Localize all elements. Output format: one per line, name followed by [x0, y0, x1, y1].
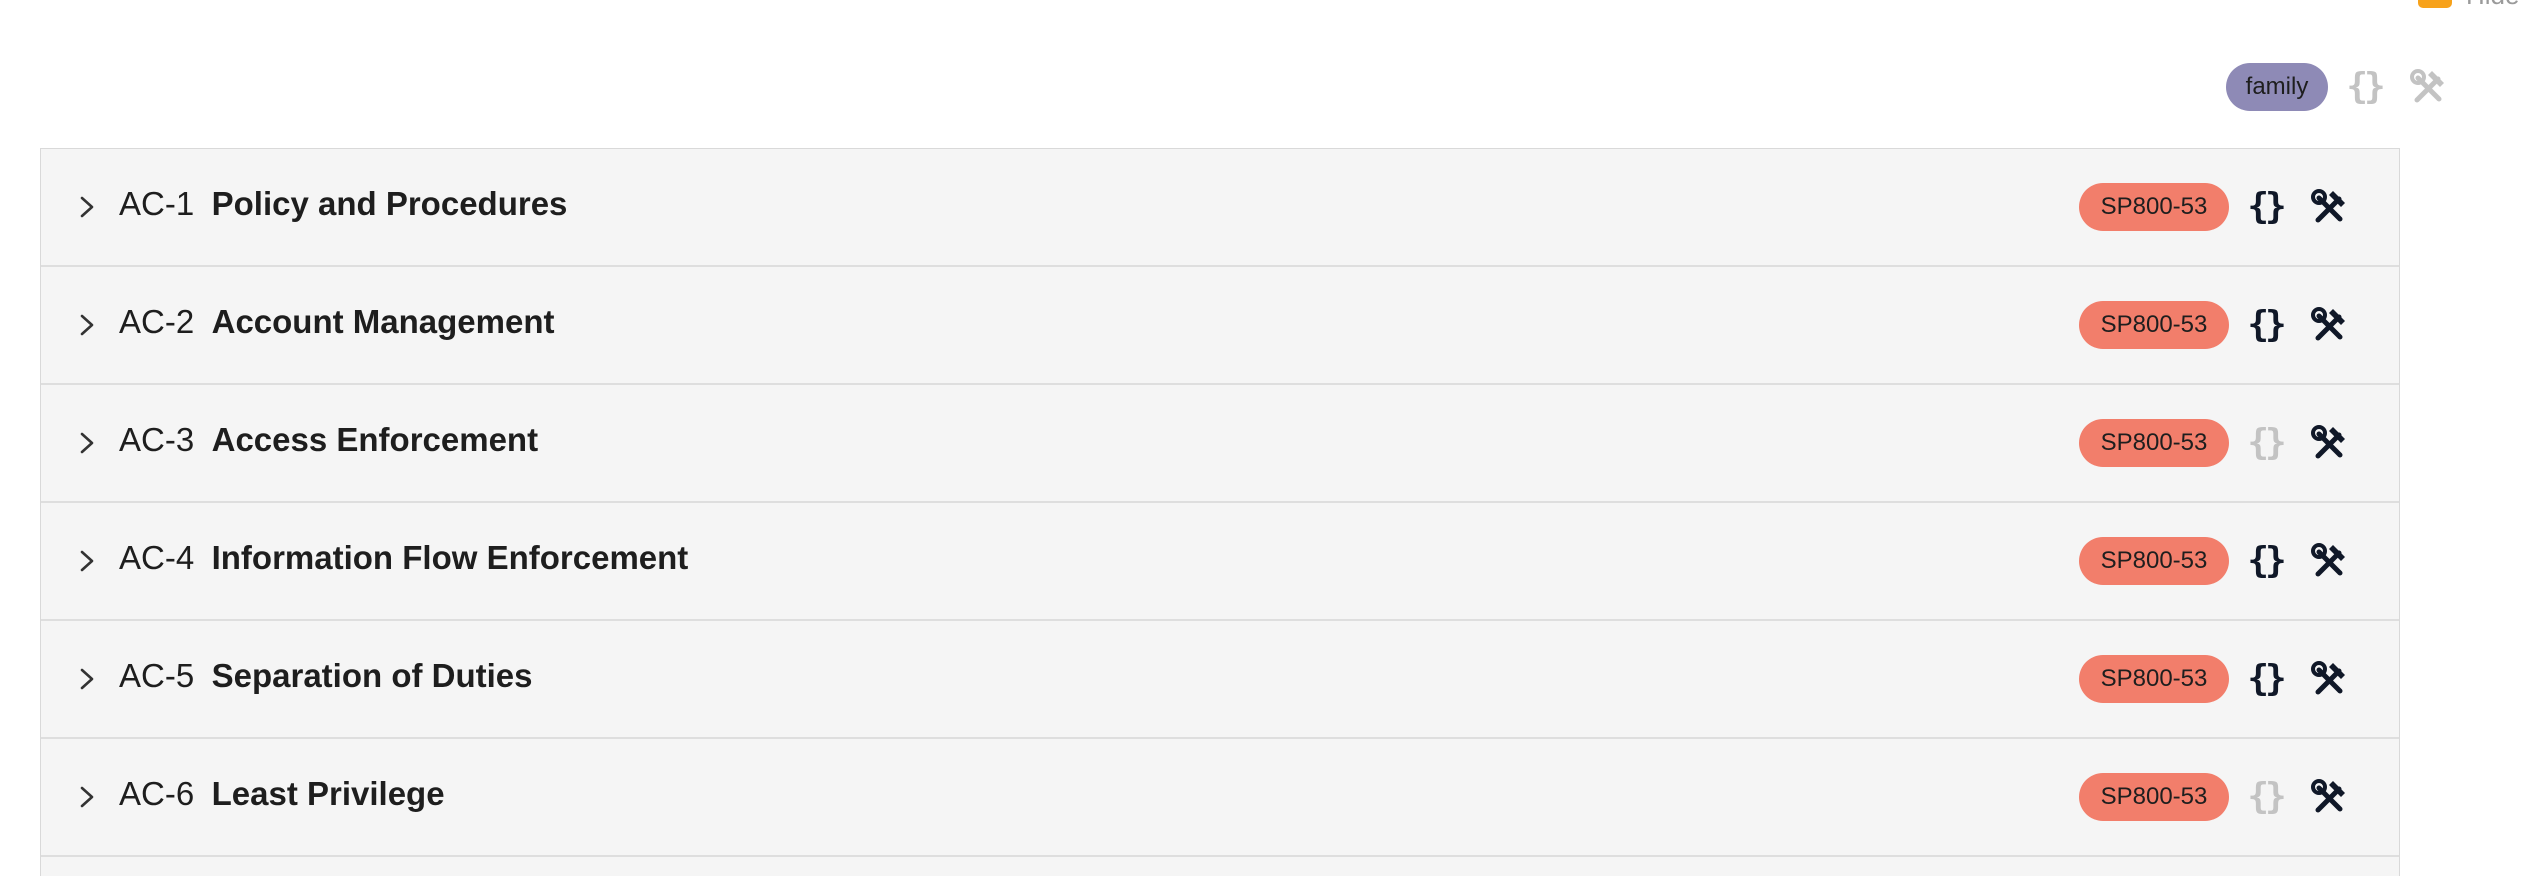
tools-icon[interactable]	[2307, 303, 2351, 347]
chevron-right-icon[interactable]	[75, 547, 99, 575]
braces-icon[interactable]: {}	[2243, 775, 2287, 819]
control-title[interactable]: AC-4 Information Flow Enforcement	[119, 539, 688, 577]
source-badge: SP800-53	[2079, 537, 2229, 585]
control-name: Account Management	[211, 302, 555, 340]
braces-icon[interactable]: {}	[2243, 539, 2287, 583]
source-badge: SP800-53	[2079, 773, 2229, 821]
control-row[interactable]: AC-3 Access Enforcement SP800-53 {}	[41, 385, 2399, 503]
corner-label: Hide	[2466, 0, 2519, 8]
braces-icon[interactable]: {}	[2342, 65, 2386, 109]
source-badge: SP800-53	[2079, 183, 2229, 231]
tools-icon[interactable]	[2406, 65, 2450, 109]
chevron-right-icon[interactable]	[75, 665, 99, 693]
control-name: Separation of Duties	[211, 656, 533, 694]
control-title[interactable]: AC-1 Policy and Procedures	[119, 185, 567, 223]
source-badge: SP800-53	[2079, 419, 2229, 467]
control-row[interactable]: AC-1 Policy and Procedures SP800-53 {}	[41, 149, 2399, 267]
control-name: Least Privilege	[211, 774, 445, 812]
control-id: AC-6	[119, 774, 195, 812]
tools-icon[interactable]	[2307, 421, 2351, 465]
control-name: Access Enforcement	[211, 420, 539, 458]
control-actions: SP800-53 {}	[2079, 773, 2351, 821]
control-row[interactable]: AC-6 Least Privilege SP800-53 {}	[41, 739, 2399, 857]
tools-icon[interactable]	[2307, 775, 2351, 819]
control-actions: SP800-53 {}	[2079, 419, 2351, 467]
braces-icon[interactable]: {}	[2243, 185, 2287, 229]
control-row[interactable]: AC-5 Separation of Duties SP800-53 {}	[41, 621, 2399, 739]
control-title[interactable]: AC-3 Access Enforcement	[119, 421, 538, 459]
control-actions: SP800-53 {}	[2079, 301, 2351, 349]
control-name: Information Flow Enforcement	[211, 538, 689, 576]
tools-icon[interactable]	[2307, 539, 2351, 583]
control-title[interactable]: AC-6 Least Privilege	[119, 775, 445, 813]
braces-icon[interactable]: {}	[2243, 657, 2287, 701]
source-badge: SP800-53	[2079, 301, 2229, 349]
chevron-right-icon[interactable]	[75, 783, 99, 811]
control-name: Policy and Procedures	[211, 184, 568, 222]
chevron-right-icon[interactable]	[75, 311, 99, 339]
control-actions: SP800-53 {}	[2079, 537, 2351, 585]
braces-icon[interactable]: {}	[2243, 421, 2287, 465]
family-badge: family	[2226, 63, 2328, 111]
control-id: AC-4	[119, 538, 195, 576]
control-row[interactable]: AC-4 Information Flow Enforcement SP800-…	[41, 503, 2399, 621]
tools-icon[interactable]	[2307, 185, 2351, 229]
control-title[interactable]: AC-2 Account Management	[119, 303, 554, 341]
control-list: AC-1 Policy and Procedures SP800-53 {} A…	[40, 148, 2400, 876]
control-row[interactable]: AC-2 Account Management SP800-53 {}	[41, 267, 2399, 385]
braces-icon[interactable]: {}	[2243, 303, 2287, 347]
page: Hide family {} AC-1 Policy and Procedure…	[0, 0, 2546, 876]
corner-checkbox[interactable]	[2418, 0, 2452, 8]
control-actions: SP800-53 {}	[2079, 183, 2351, 231]
chevron-right-icon[interactable]	[75, 429, 99, 457]
source-badge: SP800-53	[2079, 655, 2229, 703]
control-id: AC-1	[119, 184, 195, 222]
family-header: family {}	[2226, 62, 2450, 112]
control-id: AC-5	[119, 656, 195, 694]
chevron-right-icon[interactable]	[75, 193, 99, 221]
control-actions: SP800-53 {}	[2079, 655, 2351, 703]
control-id: AC-3	[119, 420, 195, 458]
control-title[interactable]: AC-5 Separation of Duties	[119, 657, 533, 695]
tools-icon[interactable]	[2307, 657, 2351, 701]
control-id: AC-2	[119, 302, 195, 340]
